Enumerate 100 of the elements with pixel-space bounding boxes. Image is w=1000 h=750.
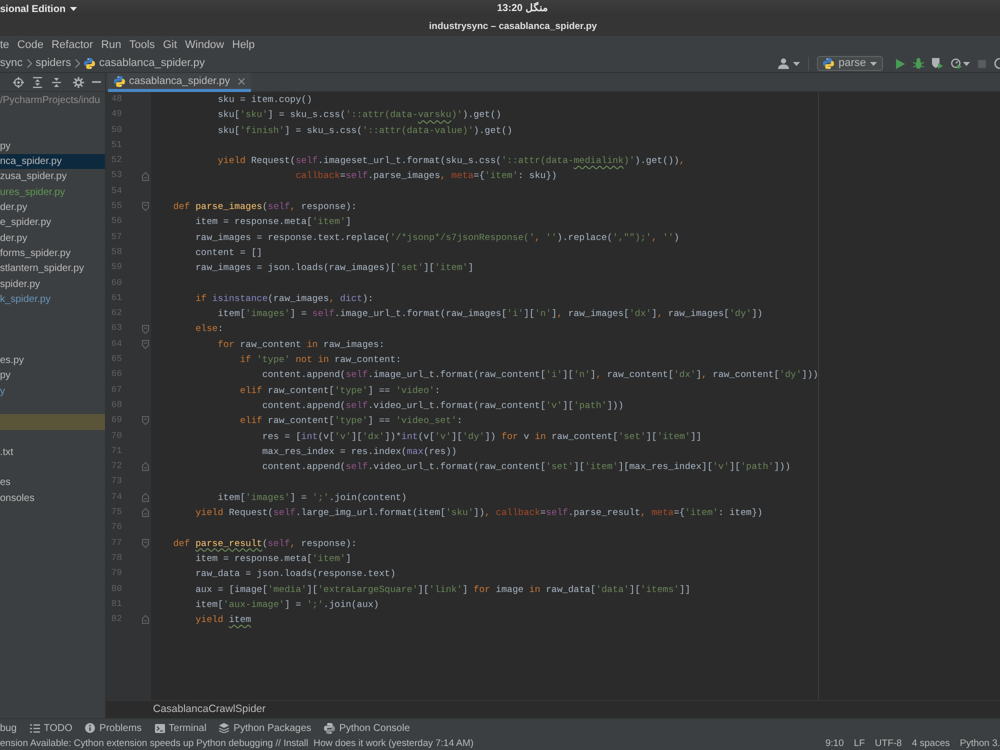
fold-marker-icon[interactable] [142, 202, 149, 212]
menu-item[interactable]: Window [185, 38, 224, 52]
status-item[interactable]: LF [854, 737, 865, 750]
fold-marker-icon[interactable] [142, 324, 149, 334]
collapse-all-icon[interactable] [51, 76, 62, 88]
caret-icon [870, 62, 877, 66]
file-tree-item[interactable]: e_spider.py [0, 215, 105, 231]
code-line: sku = item.copy() [218, 94, 312, 105]
bug-icon[interactable] [913, 58, 924, 69]
fold-marker-icon[interactable] [142, 462, 149, 472]
code-line: raw_images = response.text.replace('/*jsonp*/s7jsonResponse(', '').replace(',"");', '') [195, 232, 680, 243]
menu-item[interactable]: Run [101, 38, 122, 52]
code-line: yield Request(self.large_img_url.format(item['sku']), callback=self.parse_result, meta={'item': item}) [195, 507, 763, 518]
close-icon[interactable] [238, 78, 245, 84]
file-tree-item[interactable]: ures_spider.py [0, 184, 105, 200]
terminal-icon [154, 724, 165, 732]
file-tree-item[interactable]: /PycharmProjects/indu [0, 93, 105, 108]
tool-window-button[interactable]: Python Packages [219, 722, 312, 734]
status-item[interactable]: 9:10 [825, 737, 844, 750]
arc-icon[interactable] [994, 58, 1000, 69]
breadcrumb-item[interactable]: casablanca_spider.py [99, 56, 205, 70]
python-icon [324, 722, 336, 734]
caret-icon [70, 7, 77, 11]
editor-tab[interactable]: casablanca_spider.py [108, 73, 251, 92]
file-tree-item[interactable]: spider.py [0, 276, 105, 292]
code-line: for raw_content in raw_images: [218, 338, 385, 350]
code-line: callback=self.parse_images, meta={'item': sku}) [296, 170, 557, 182]
app-menu-button[interactable]: sional Edition [0, 4, 77, 14]
file-tree-item[interactable]: zusa_spider.py [0, 169, 105, 185]
python-file-icon [114, 76, 125, 86]
file-tree-item[interactable]: forms_spider.py [0, 246, 105, 262]
stop-icon[interactable] [978, 60, 986, 68]
gauge-icon[interactable] [951, 58, 962, 69]
python-file-icon [84, 58, 96, 69]
code-line: max_res_index = res.index(max(res)) [262, 446, 457, 457]
minimize-icon[interactable] [92, 81, 101, 83]
fold-marker-icon[interactable] [142, 538, 149, 548]
code-line: if isinstance(raw_images, dict): [195, 292, 374, 304]
file-tree-item[interactable]: k_spider.py [0, 292, 105, 308]
clock: 13:20 منگل [497, 3, 548, 15]
tool-window-button[interactable]: TODO [30, 722, 72, 734]
shield-play-icon[interactable] [932, 58, 943, 69]
code-line: yield item [195, 614, 252, 626]
tool-window-button[interactable]: Terminal [154, 722, 206, 734]
code-line: elif raw_content['type'] == 'video': [240, 384, 440, 396]
code-line: item = response.meta['item'] [195, 216, 352, 228]
status-item[interactable]: Python 3. [960, 737, 1000, 750]
file-tree-item[interactable]: py [0, 368, 105, 384]
crosshair-icon[interactable] [13, 76, 24, 88]
breadcrumb-item[interactable]: spiders [36, 56, 72, 70]
run-icon[interactable] [896, 58, 905, 68]
expand-all-icon[interactable] [32, 76, 43, 88]
file-tree-item[interactable]: es.py [0, 353, 105, 368]
file-tree-item[interactable]: es [0, 475, 105, 491]
run-configuration-dropdown[interactable]: parse [817, 56, 883, 71]
menu-item[interactable]: Tools [129, 38, 155, 52]
caret-icon [963, 62, 970, 66]
file-tree-item[interactable]: der.py [0, 230, 105, 246]
python-icon [823, 58, 834, 69]
fold-marker-icon[interactable] [142, 615, 149, 624]
menu-item[interactable]: te [0, 38, 10, 52]
file-tree-item[interactable]: stlantern_spider.py [0, 261, 105, 277]
menu-item[interactable]: Refactor [51, 38, 94, 52]
fold-marker-icon[interactable] [142, 340, 149, 349]
file-tree-item[interactable]: y [0, 384, 105, 399]
person-icon[interactable] [778, 58, 790, 69]
status-item[interactable]: UTF-8 [874, 737, 902, 750]
tool-window-button[interactable]: Python Console [324, 722, 410, 734]
code-line: item['aux-image'] = ';'.join(aux) [195, 598, 379, 610]
code-line: sku['sku'] = sku_s.css('::attr(data-varsku)').get() [218, 109, 502, 120]
menu-item[interactable]: Help [232, 38, 255, 52]
fold-marker-icon[interactable] [142, 416, 149, 426]
file-tree-item[interactable]: der.py [0, 200, 105, 216]
code-line: raw_images = json.loads(raw_images)['set']['item'] [195, 262, 474, 274]
code-line: res = [int(v['v']['dx'])*int(v['v']['dy']) for v in raw_content['set']['item']] [262, 430, 702, 442]
tool-window-button[interactable]: Problems [85, 722, 142, 734]
menu-item[interactable]: Git [162, 38, 177, 52]
fold-marker-icon[interactable] [142, 492, 149, 502]
caret-icon [793, 62, 800, 66]
settings-icon[interactable] [73, 76, 84, 88]
breadcrumb-item[interactable]: sync [0, 56, 23, 70]
info-icon [85, 723, 96, 733]
code-line: item = response.meta['item'] [195, 552, 352, 564]
tool-window-button[interactable]: bug [0, 722, 17, 734]
menu-item[interactable]: Code [17, 38, 44, 52]
file-tree-item[interactable]: onsoles [0, 490, 105, 506]
breadcrumb-item[interactable]: CasablancaCrawlSpider [153, 703, 266, 716]
file-tree-item[interactable]: .txt [0, 444, 105, 460]
code-line: elif raw_content['type'] == 'video_set': [240, 415, 462, 426]
code-line: else: [195, 323, 224, 334]
code-line: raw_data = json.loads(response.text) [195, 568, 396, 580]
fold-marker-icon[interactable] [142, 172, 149, 181]
code-line: def parse_result(self, response): [173, 538, 357, 549]
window-title: industrysync – casablanca_spider.py [429, 21, 597, 33]
status-item[interactable]: 4 spaces [912, 737, 950, 750]
file-tree-item[interactable]: py [0, 138, 105, 154]
code-line: item['images'] = ';'.join(content) [218, 492, 407, 503]
fold-marker-icon[interactable] [142, 508, 149, 518]
list-icon [30, 724, 40, 732]
file-tree-item[interactable]: nca_spider.py [0, 154, 105, 170]
